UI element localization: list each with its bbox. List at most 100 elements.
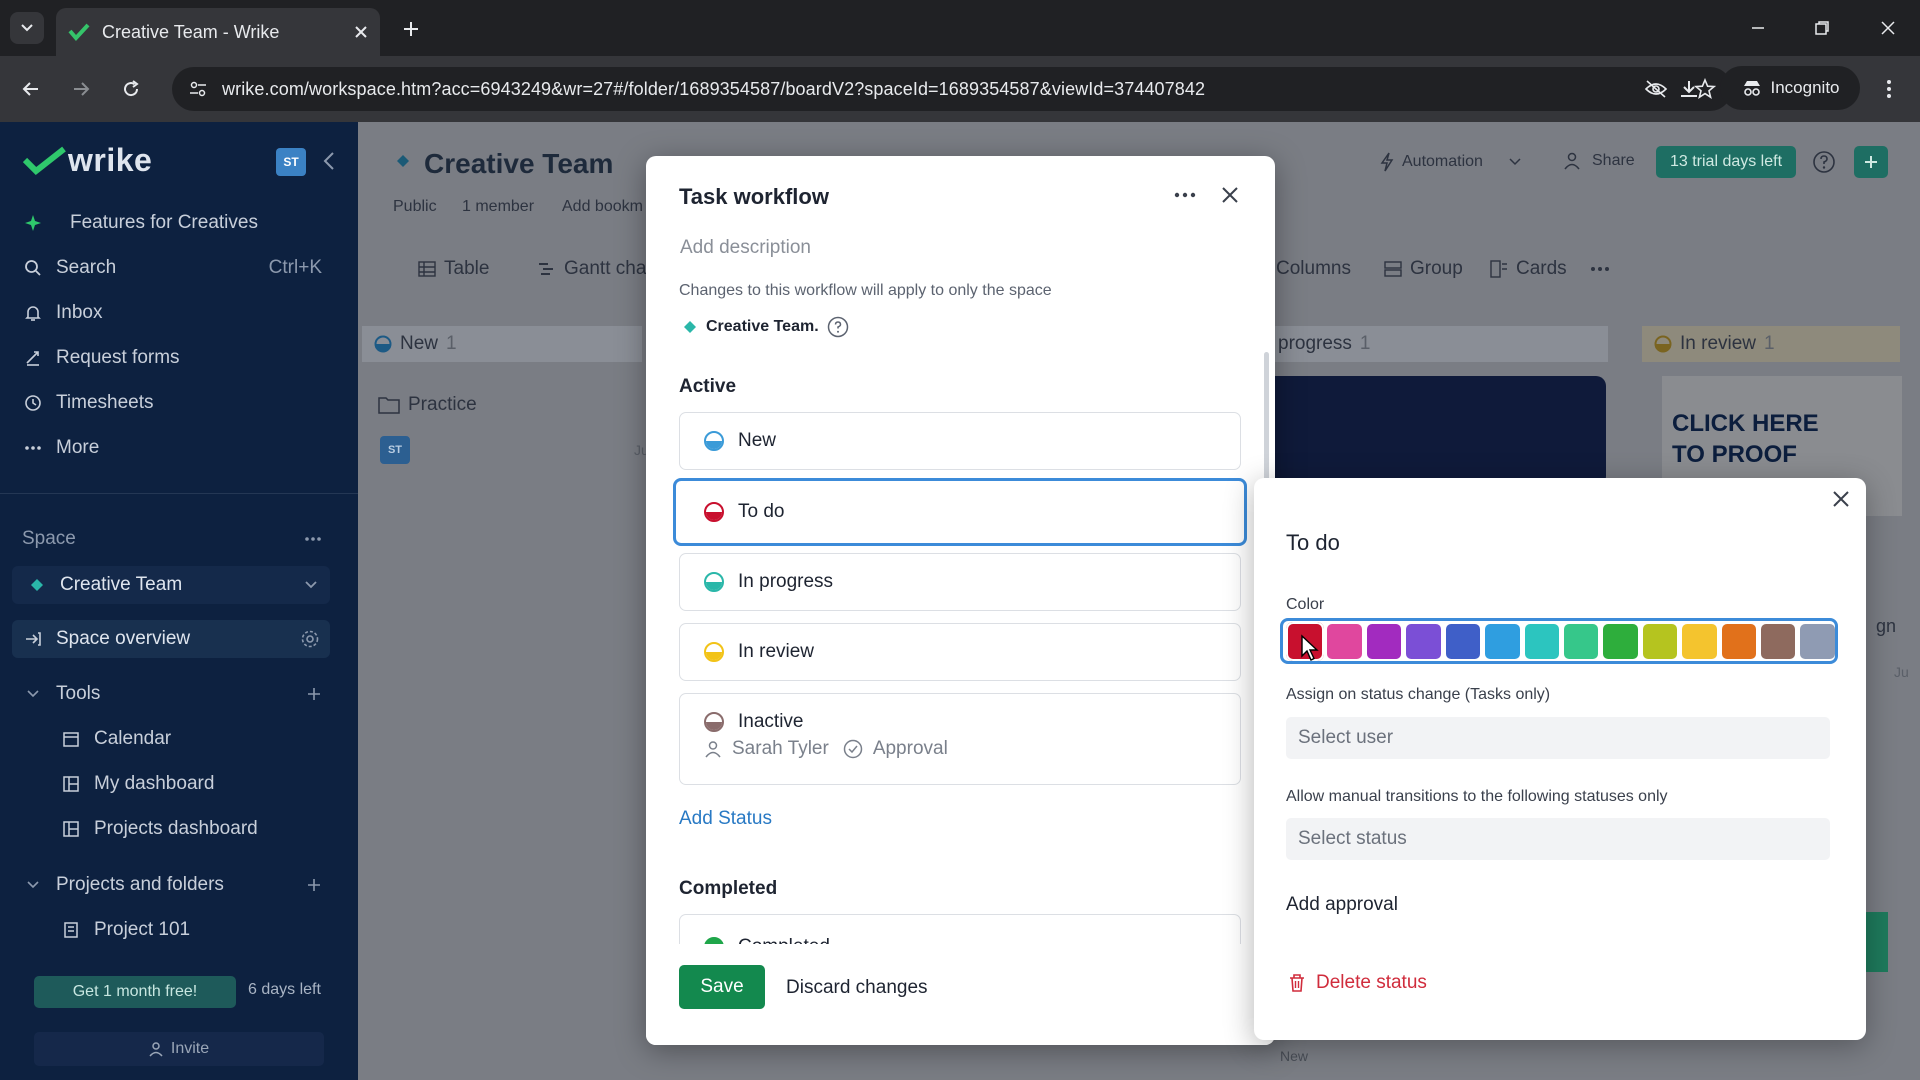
browser-menu-button[interactable]	[1872, 72, 1906, 106]
card-avatar[interactable]: ST	[380, 436, 410, 464]
status-item-in-review[interactable]: In review	[679, 623, 1241, 681]
share-button[interactable]: Share	[1564, 152, 1635, 170]
status-name-input[interactable]: To do	[1286, 530, 1340, 556]
color-swatch[interactable]	[1485, 623, 1520, 659]
color-swatch[interactable]	[1445, 623, 1481, 659]
reload-icon	[124, 80, 139, 97]
sidebar-item-search[interactable]: Search Ctrl+K	[22, 253, 322, 283]
help-icon[interactable]	[1812, 150, 1836, 174]
trial-days-badge[interactable]: 13 trial days left	[1656, 146, 1796, 178]
color-picker[interactable]	[1280, 618, 1838, 664]
new-tab-button[interactable]	[396, 14, 426, 44]
invite-label: Invite	[170, 1040, 210, 1057]
tab-close-icon[interactable]	[354, 25, 368, 39]
sidebar-item-my-dashboard[interactable]: My dashboard	[60, 769, 214, 799]
color-swatch[interactable]	[1366, 623, 1402, 659]
collapse-sidebar-icon[interactable]	[322, 150, 336, 172]
space-selector-content[interactable]: Creative Team	[26, 570, 318, 600]
modal-close-icon[interactable]	[1220, 185, 1240, 205]
column-in-review-header[interactable]: In review 1	[1642, 326, 1900, 362]
eye-off-icon[interactable]	[1644, 79, 1668, 99]
task-card-in-progress[interactable]	[1262, 376, 1606, 486]
discard-changes-button[interactable]: Discard changes	[786, 977, 928, 999]
sidebar-item-request-forms[interactable]: Request forms	[22, 343, 180, 373]
color-swatch[interactable]	[1406, 623, 1441, 659]
sidebar-item-projects-dashboard[interactable]: Projects dashboard	[60, 814, 258, 844]
sidebar-item-more[interactable]: More	[22, 433, 99, 463]
get-free-month-button[interactable]: Get 1 month free!	[34, 976, 236, 1008]
search-icon	[22, 257, 44, 279]
forward-button[interactable]	[64, 72, 98, 106]
add-project-icon[interactable]	[306, 877, 322, 893]
tab-table[interactable]: Table	[418, 258, 489, 280]
site-settings-icon[interactable]	[188, 79, 208, 99]
projects-heading[interactable]: Projects and folders	[22, 870, 322, 900]
modal-scrollbar[interactable]	[1264, 352, 1269, 482]
restore-button[interactable]	[1802, 10, 1842, 46]
avatar[interactable]: ST	[276, 148, 306, 176]
color-swatch[interactable]	[1327, 623, 1362, 659]
description-input[interactable]: Add description	[680, 237, 811, 259]
color-swatch[interactable]	[1682, 623, 1717, 659]
delete-status-button[interactable]: Delete status	[1288, 972, 1427, 994]
color-swatch[interactable]	[1721, 623, 1757, 659]
tools-heading[interactable]: Tools	[22, 679, 322, 709]
member-count[interactable]: 1 member	[462, 198, 534, 216]
task-card-practice[interactable]: Practice	[378, 394, 477, 416]
create-new-button[interactable]	[1854, 146, 1888, 178]
status-item-in-progress[interactable]: In progress	[679, 553, 1241, 611]
url-bar[interactable]: wrike.com/workspace.htm?acc=6943249&wr=2…	[172, 67, 1732, 111]
add-bookmark-link[interactable]: Add bookm	[562, 198, 643, 216]
sidebar-item-inbox[interactable]: Inbox	[22, 298, 102, 328]
view-more-icon[interactable]	[1590, 266, 1610, 272]
tab-search-button[interactable]	[10, 12, 44, 44]
add-tool-icon[interactable]	[306, 686, 322, 702]
columns-button[interactable]: Columns	[1276, 258, 1351, 280]
status-dot-icon	[704, 572, 724, 592]
cards-button[interactable]: Cards	[1490, 258, 1567, 280]
color-swatch[interactable]	[1800, 623, 1835, 659]
status-item-new[interactable]: New	[679, 412, 1241, 470]
status-item-completed[interactable]: Completed	[679, 914, 1241, 944]
wrike-logo[interactable]: wrike	[22, 142, 152, 179]
sidebar-item-project-101[interactable]: Project 101	[60, 915, 190, 945]
browser-tab[interactable]: Creative Team - Wrike	[56, 8, 380, 56]
space-more-icon[interactable]	[304, 536, 322, 542]
dashboard-icon	[60, 818, 82, 840]
add-approval-button[interactable]: Add approval	[1286, 894, 1398, 916]
incognito-badge[interactable]: Incognito	[1720, 66, 1860, 110]
column-new-header[interactable]: New 1	[362, 326, 642, 362]
color-swatch[interactable]	[1761, 623, 1796, 659]
column-in-progress-header[interactable]: progress 1	[1262, 326, 1608, 362]
color-swatch[interactable]	[1563, 623, 1599, 659]
modal-more-icon[interactable]	[1174, 192, 1196, 198]
back-button[interactable]	[14, 72, 48, 106]
gear-icon[interactable]	[300, 629, 320, 649]
sidebar-item-timesheets[interactable]: Timesheets	[22, 388, 154, 418]
add-status-link[interactable]: Add Status	[679, 808, 772, 830]
group-button[interactable]: Group	[1384, 258, 1463, 280]
select-user-dropdown[interactable]: Select user	[1286, 717, 1830, 759]
reload-button[interactable]	[114, 72, 148, 106]
panel-close-icon[interactable]	[1832, 490, 1850, 508]
space-overview-content[interactable]: Space overview	[22, 624, 320, 654]
tab-gantt[interactable]: Gantt cha	[538, 258, 646, 280]
close-window-button[interactable]	[1868, 10, 1908, 46]
question-icon[interactable]	[827, 316, 849, 338]
invite-button[interactable]: Invite	[34, 1032, 324, 1066]
color-swatch[interactable]	[1603, 623, 1638, 659]
automation-button[interactable]: Automation	[1380, 152, 1521, 172]
sidebar-item-features[interactable]: Features for Creatives	[22, 208, 258, 238]
enter-arrow-icon	[22, 628, 44, 650]
active-heading: Active	[679, 376, 737, 397]
color-swatch[interactable]	[1524, 623, 1559, 659]
visibility-label[interactable]: Public	[393, 198, 437, 216]
minimize-button[interactable]	[1738, 10, 1778, 46]
sidebar-item-calendar[interactable]: Calendar	[60, 724, 171, 754]
color-swatch[interactable]	[1642, 623, 1678, 659]
downloads-button[interactable]	[1672, 72, 1706, 106]
select-status-dropdown[interactable]: Select status	[1286, 818, 1830, 860]
status-item-to-do[interactable]: To do	[673, 478, 1247, 546]
save-button[interactable]: Save	[679, 965, 765, 1009]
status-item-inactive[interactable]: Inactive Sarah Tyler Approval	[679, 693, 1241, 785]
